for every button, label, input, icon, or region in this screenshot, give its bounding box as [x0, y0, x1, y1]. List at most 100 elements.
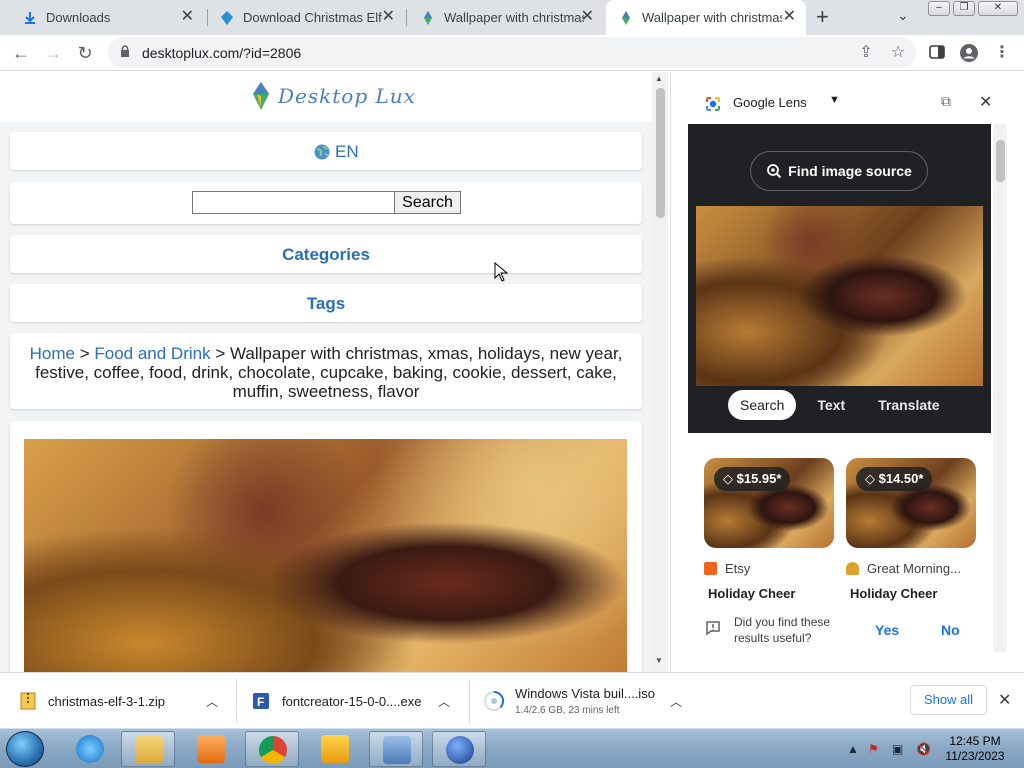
downloads-shelf: christmas-elf-3-1.zip ︿ F fontcreator-15…: [0, 672, 1024, 728]
share-icon[interactable]: ⇪: [857, 44, 875, 62]
site-header: Desktop Lux: [0, 72, 652, 122]
tags-link[interactable]: Tags: [10, 294, 642, 314]
globe-icon: [314, 144, 330, 160]
folder-icon: [135, 736, 163, 764]
download-filename: fontcreator-15-0-0....exe: [282, 693, 422, 709]
tab-downloads[interactable]: Downloads ✕: [8, 0, 204, 35]
taskbar-app-explorer[interactable]: [121, 731, 175, 767]
result-title[interactable]: Holiday Cheer: [704, 586, 834, 601]
chevron-up-icon[interactable]: ︿: [206, 693, 218, 710]
download-item[interactable]: Windows Vista buil....iso 1.4/2.6 GB, 23…: [484, 673, 694, 729]
search-input[interactable]: [192, 191, 395, 214]
taskbar-app-media[interactable]: [184, 731, 238, 767]
breadcrumb-category-link[interactable]: Food and Drink: [94, 344, 210, 363]
close-icon[interactable]: ✕: [382, 9, 395, 25]
show-all-downloads-button[interactable]: Show all: [910, 685, 987, 715]
taskbar-app-chrome[interactable]: [245, 731, 299, 767]
back-arrow-icon[interactable]: ←: [8, 40, 34, 66]
find-image-source-button[interactable]: Find image source: [750, 151, 928, 191]
flag-alert-icon[interactable]: ⚑: [868, 742, 879, 756]
result-title[interactable]: Holiday Cheer: [846, 586, 976, 601]
tab-download-christmas-elf[interactable]: Download Christmas Elf 3 ✕: [209, 0, 405, 35]
chevron-up-icon[interactable]: ︿: [670, 693, 682, 710]
download-progress-text: 1.4/2.6 GB, 23 mins left: [515, 705, 620, 716]
close-icon[interactable]: ✕: [783, 9, 796, 25]
wallpaper-image[interactable]: [24, 439, 627, 672]
lens-title: Google Lens: [733, 95, 807, 110]
language-label: EN: [335, 142, 359, 161]
result-thumbnail[interactable]: ◇ $15.95*: [704, 458, 834, 548]
start-orb-button[interactable]: [6, 731, 44, 767]
breadcrumb-home-link[interactable]: Home: [30, 344, 75, 363]
lens-scrollbar[interactable]: [993, 124, 1007, 652]
scroll-down-arrow-icon[interactable]: ▼: [655, 656, 663, 665]
tab-strip: Downloads ✕ Download Christmas Elf 3 ✕ W…: [0, 0, 1024, 35]
taskbar-app-control-panel[interactable]: [369, 731, 423, 767]
minimize-button[interactable]: –: [928, 1, 950, 16]
exe-file-icon: F: [253, 693, 269, 709]
breadcrumb-separator: >: [79, 344, 90, 363]
lens-result-card[interactable]: ◇ $14.50* Great Morning... Holiday Cheer: [846, 458, 976, 601]
feedback-no-button[interactable]: No: [941, 622, 960, 638]
lens-tab-translate[interactable]: Translate: [866, 390, 951, 420]
taskbar-app-ie[interactable]: [63, 731, 117, 767]
side-panel-icon[interactable]: [928, 44, 946, 62]
kebab-menu-icon[interactable]: ⋮: [993, 44, 1011, 62]
svg-text:F: F: [257, 695, 264, 709]
chevron-up-icon[interactable]: ︿: [438, 693, 450, 710]
profile-avatar-icon[interactable]: [960, 44, 978, 62]
window-close-button[interactable]: ✕: [978, 1, 1018, 16]
scrollbar-thumb[interactable]: [656, 88, 665, 218]
address-bar[interactable]: desktoplux.com/?id=2806: [108, 37, 916, 68]
download-icon: [25, 11, 35, 24]
feedback-yes-button[interactable]: Yes: [875, 622, 899, 638]
download-item[interactable]: christmas-elf-3-1.zip ︿: [20, 673, 230, 729]
clock-date: 11/23/2023: [945, 749, 1005, 763]
language-selector[interactable]: EN: [314, 142, 359, 162]
close-icon[interactable]: ✕: [181, 9, 194, 25]
download-item[interactable]: F fontcreator-15-0-0....exe ︿: [252, 673, 462, 729]
reload-icon[interactable]: ↻: [72, 40, 98, 66]
close-icon[interactable]: ✕: [998, 690, 1011, 710]
scroll-up-arrow-icon[interactable]: ▲: [655, 74, 663, 83]
bookmark-star-icon[interactable]: ☆: [889, 44, 907, 62]
open-in-new-tab-icon[interactable]: ⧉: [941, 93, 951, 110]
taskbar-app-3dp[interactable]: [308, 731, 362, 767]
etsy-favicon-icon: [704, 562, 717, 575]
show-hidden-icons-chevron-icon[interactable]: ▲: [847, 742, 859, 756]
results-feedback: Did you find these results useful? Yes N…: [705, 612, 995, 648]
result-source-name: Etsy: [725, 561, 751, 576]
maximize-button[interactable]: ❐: [953, 1, 975, 16]
tab-wallpaper-christmas[interactable]: Wallpaper with christmas ✕: [408, 0, 604, 35]
image-search-icon: [767, 164, 782, 179]
forward-arrow-icon[interactable]: →: [40, 40, 66, 66]
taskbar-app-ornament[interactable]: [432, 731, 486, 767]
dropdown-caret-icon[interactable]: ▼: [829, 94, 840, 106]
taskbar-clock[interactable]: 12:45 PM 11/23/2023: [935, 734, 1015, 764]
speaker-muted-icon[interactable]: 🔇: [916, 742, 931, 756]
lens-selected-image[interactable]: [696, 206, 983, 386]
tab-search-chevron-icon[interactable]: ⌄: [897, 7, 909, 24]
scrollbar-thumb[interactable]: [996, 140, 1005, 182]
tab-title: Downloads: [46, 10, 111, 25]
close-icon[interactable]: ✕: [979, 92, 992, 112]
close-icon[interactable]: ✕: [581, 9, 594, 25]
tab-wallpaper-christmas-active[interactable]: Wallpaper with christmas ✕: [606, 0, 806, 35]
search-button[interactable]: Search: [394, 191, 461, 214]
lens-tab-search[interactable]: Search: [728, 390, 797, 420]
zip-file-icon: [20, 692, 36, 710]
page-scrollbar[interactable]: ▲ ▼: [652, 72, 668, 672]
tab-divider: [406, 9, 407, 26]
new-tab-plus-icon[interactable]: +: [816, 6, 829, 28]
control-panel-icon: [383, 736, 411, 764]
categories-link[interactable]: Categories: [10, 245, 642, 265]
network-icon[interactable]: ▣: [892, 742, 903, 756]
download-filename: Windows Vista buil....iso: [515, 686, 655, 701]
find-source-label: Find image source: [788, 163, 912, 179]
price-value: $14.50*: [878, 471, 924, 486]
lens-tab-text[interactable]: Text: [805, 390, 857, 420]
result-thumbnail[interactable]: ◇ $14.50*: [846, 458, 976, 548]
lens-result-card[interactable]: ◇ $15.95* Etsy Holiday Cheer: [704, 458, 834, 601]
site-logo[interactable]: Desktop Lux: [252, 82, 416, 110]
internet-explorer-icon: [76, 735, 104, 763]
